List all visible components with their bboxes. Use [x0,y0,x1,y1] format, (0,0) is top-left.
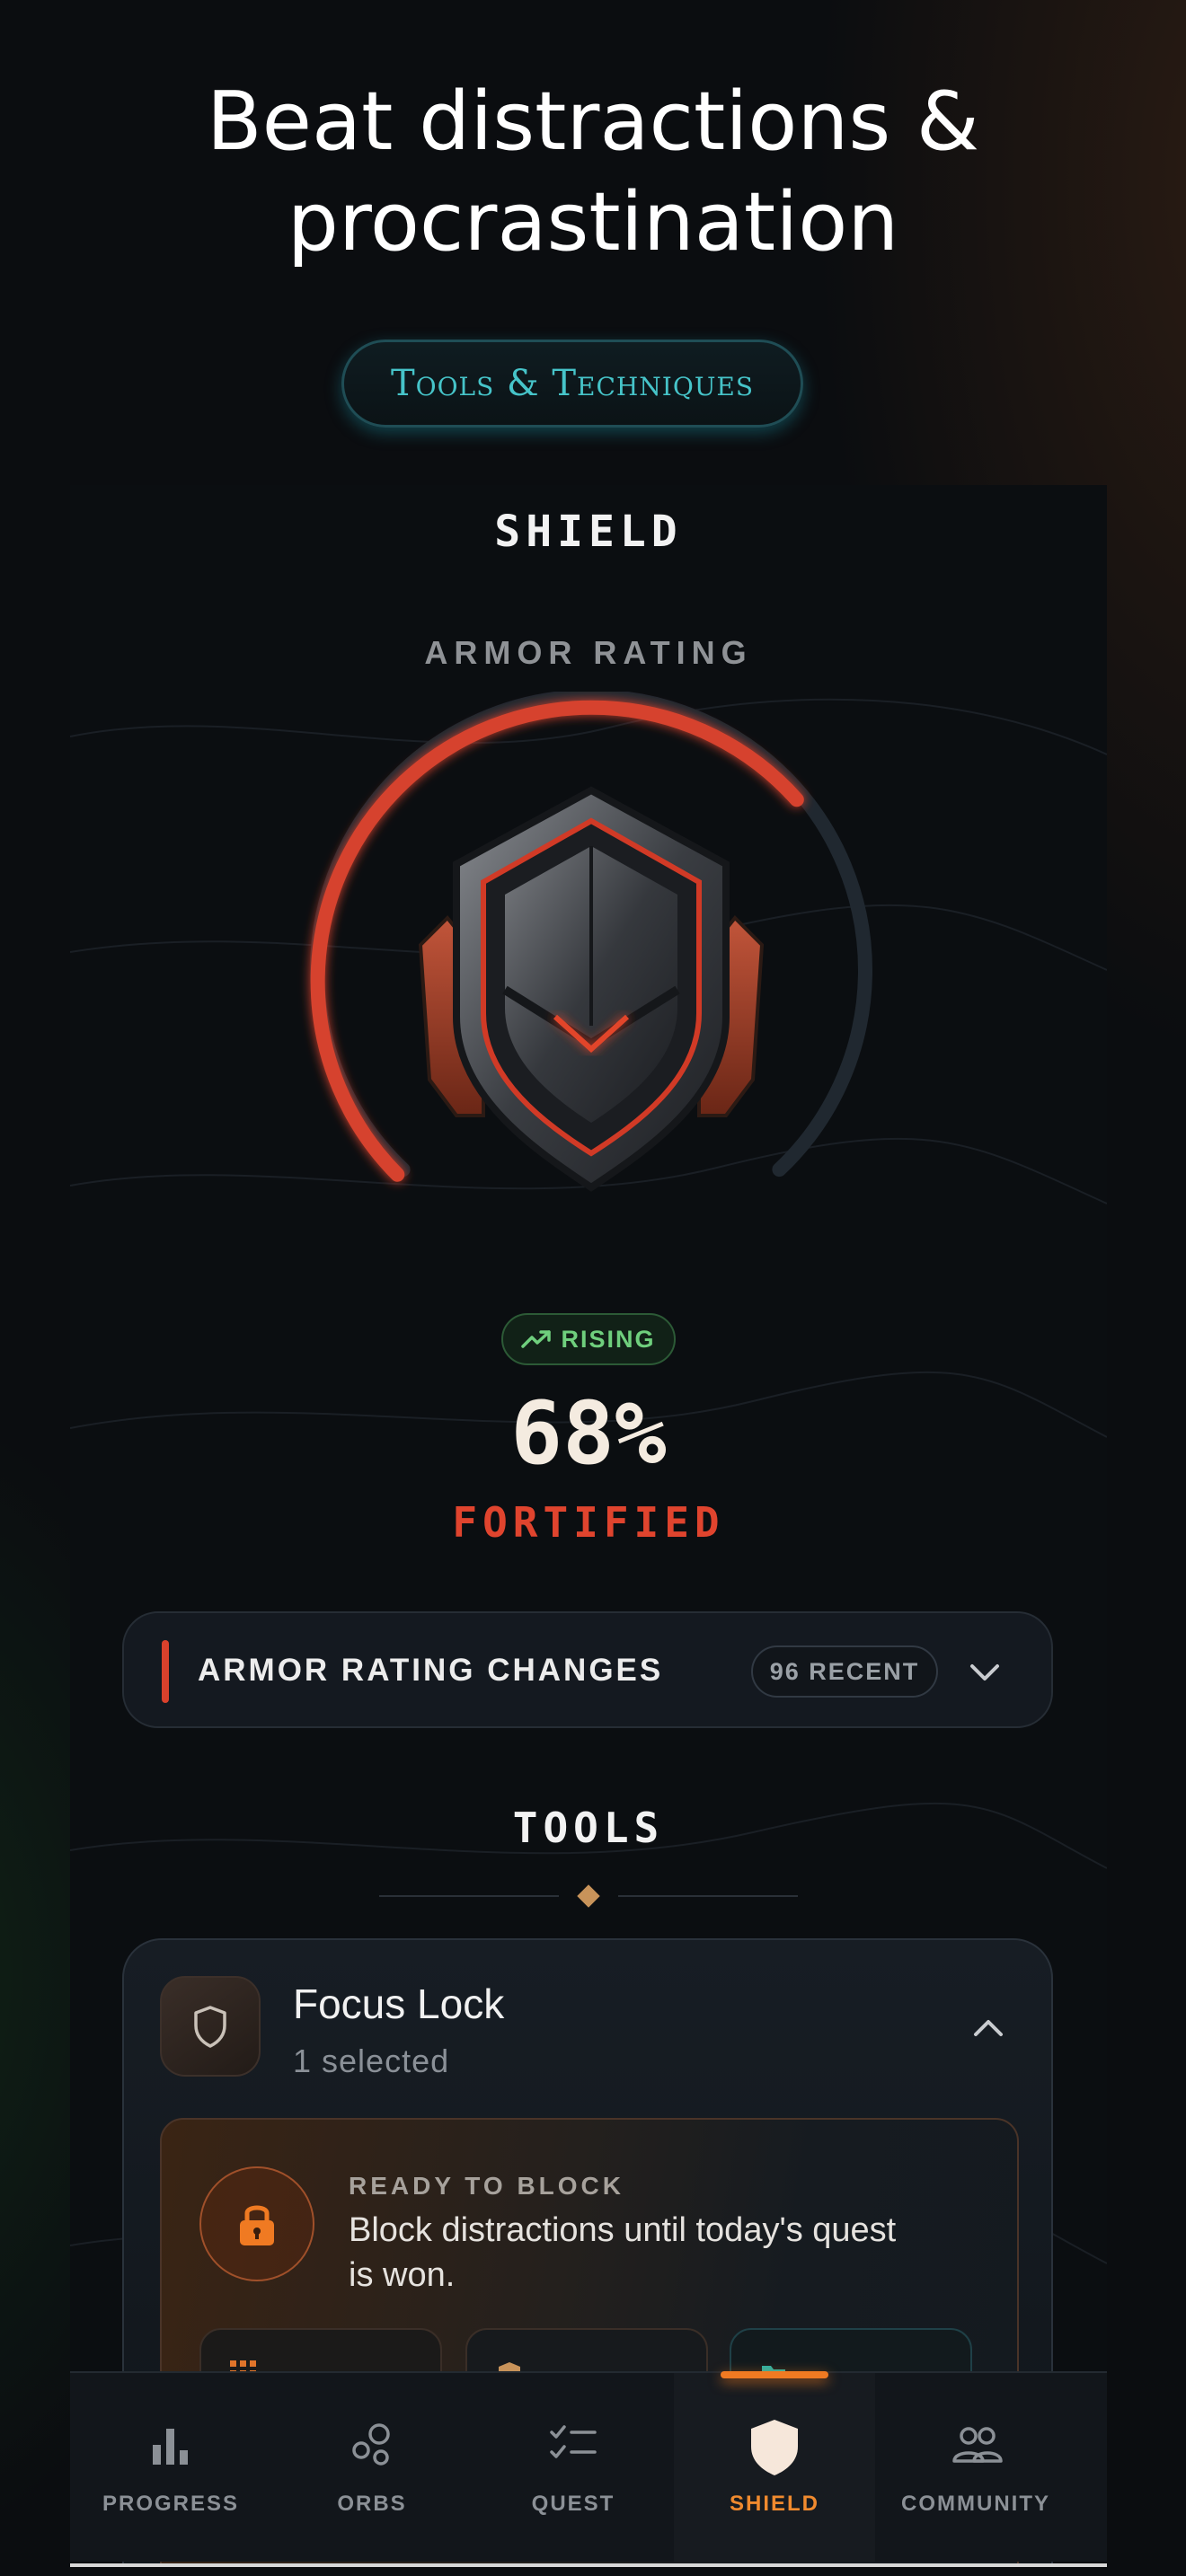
focus-lock-subtitle: 1 selected [293,2042,450,2079]
accent-bar [162,1640,169,1703]
focus-lock-title: Focus Lock [293,1981,505,2027]
focus-lock-icon-box [160,1976,261,2077]
lock-icon [240,2205,274,2245]
ready-to-block-description: Block distractions until today's quest i… [349,2211,897,2294]
trend-label: RISING [561,1325,656,1353]
chevron-down-icon [970,1664,999,1681]
section-divider [379,1884,798,1908]
shield-screen: SHIELD ARMOR RATING RISING 68% FORTIFIED… [70,485,1107,2565]
armor-rating-gauge [310,692,872,1192]
armor-rating-changes-label: ARMOR RATING CHANGES [198,1653,664,1688]
recent-count-badge: 96 RECENT [751,1645,938,1698]
checklist-icon [550,2425,597,2458]
tab-shield-label: SHIELD [729,2492,819,2516]
tab-progress-label: PROGRESS [102,2492,240,2516]
shield-emblem [418,786,765,1192]
shield-title: SHIELD [494,507,683,557]
tools-title: TOOLS [512,1804,665,1852]
home-indicator-line [70,2563,1107,2567]
shield-outline-icon [194,2006,226,2048]
bottom-tab-bar: PROGRESS ORBS QUEST SHIELD COMMUNITY [70,2371,1107,2562]
lock-icon-circle [199,2166,314,2281]
armor-status: FORTIFIED [452,1498,725,1547]
trend-badge: RISING [501,1313,676,1365]
trending-up-icon [521,1330,552,1348]
tab-shield[interactable]: SHIELD [674,2371,875,2562]
headline: Beat distractions & procrastination [206,75,980,269]
people-icon [952,2427,1003,2463]
shield-icon [751,2420,798,2475]
armor-rating-changes-toggle[interactable]: ARMOR RATING CHANGES 96 RECENT [122,1611,1053,1728]
bar-chart-icon [153,2429,188,2465]
tab-community-label: COMMUNITY [901,2492,1050,2516]
tab-orbs-label: ORBS [337,2492,407,2516]
ready-to-block-label: READY TO BLOCK [349,2172,624,2200]
tools-techniques-button[interactable]: Tools & Techniques [341,340,803,428]
tab-orbs[interactable]: ORBS [271,2373,473,2562]
armor-rating-label: ARMOR RATING [424,634,753,671]
tab-quest[interactable]: QUEST [473,2373,674,2562]
orbs-icon [352,2423,390,2466]
active-tab-indicator [721,2371,828,2378]
tab-progress[interactable]: PROGRESS [70,2373,271,2562]
tab-community[interactable]: COMMUNITY [875,2373,1076,2562]
tools-techniques-label: Tools & Techniques [390,363,755,404]
armor-rating-value: 68% [510,1383,667,1484]
tab-quest-label: QUEST [531,2492,615,2516]
chevron-up-icon[interactable] [969,2008,1008,2048]
